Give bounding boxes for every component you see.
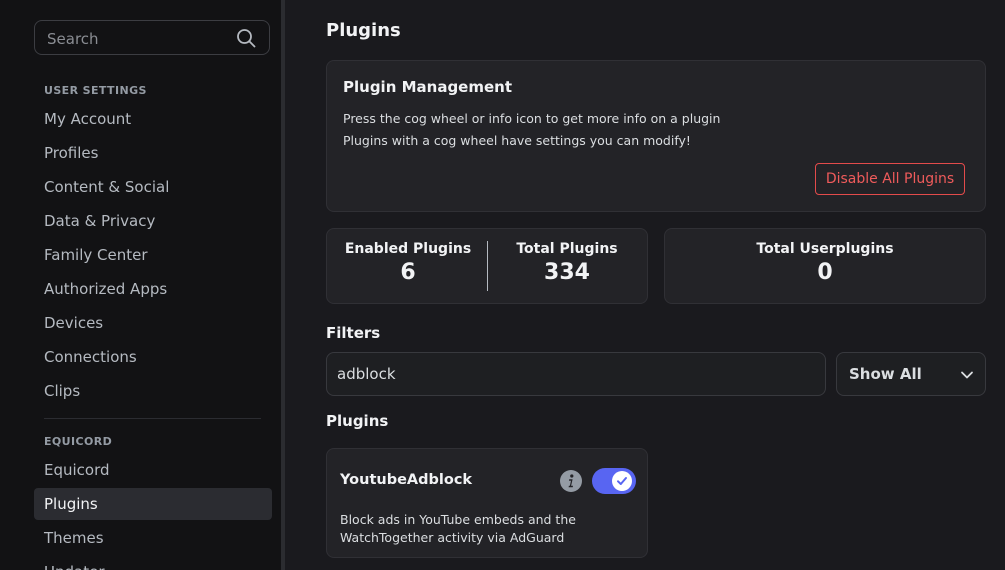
sidebar-item-my-account[interactable]: My Account (34, 103, 272, 135)
sidebar-item-updater[interactable]: Updater (34, 556, 272, 570)
plugin-management-hint-1: Press the cog wheel or info icon to get … (343, 111, 721, 126)
info-icon[interactable] (560, 470, 582, 492)
total-plugins-label: Total Plugins (516, 241, 618, 257)
sidebar-item-profiles[interactable]: Profiles (34, 137, 272, 169)
plugin-card: YoutubeAdblock Block ads in YouTube embe… (326, 448, 648, 558)
sidebar-item-data-privacy[interactable]: Data & Privacy (34, 205, 272, 237)
toggle-knob (612, 471, 632, 491)
sidebar-item-authorized-apps[interactable]: Authorized Apps (34, 273, 272, 305)
section-header-user-settings: USER SETTINGS (44, 84, 147, 97)
sidebar-item-content-social[interactable]: Content & Social (34, 171, 272, 203)
plugin-description: Block ads in YouTube embeds and the Watc… (340, 512, 576, 545)
enabled-plugins-stat: Enabled Plugins 6 (327, 241, 489, 285)
sidebar: USER SETTINGS My Account Profiles Conten… (0, 0, 281, 570)
page-title: Plugins (326, 20, 401, 41)
plugin-management-title: Plugin Management (343, 78, 513, 96)
plugin-management-hint-2: Plugins with a cog wheel have settings y… (343, 133, 691, 148)
total-userplugins-label: Total Userplugins (756, 241, 894, 257)
check-icon (617, 477, 627, 485)
section-header-equicord: EQUICORD (44, 435, 113, 448)
disable-all-plugins-button[interactable]: Disable All Plugins (815, 163, 965, 195)
sidebar-item-family-center[interactable]: Family Center (34, 239, 272, 271)
plugin-enabled-toggle[interactable] (592, 468, 636, 494)
plugin-name: YoutubeAdblock (340, 472, 473, 488)
plugin-management-card: Plugin Management Press the cog wheel or… (326, 60, 986, 212)
enabled-plugins-count: 6 (400, 260, 416, 285)
sidebar-item-connections[interactable]: Connections (34, 341, 272, 373)
filters-heading: Filters (326, 324, 381, 342)
plugin-stats-card: Enabled Plugins 6 Total Plugins 334 (326, 228, 648, 304)
userplugins-stats-card: Total Userplugins 0 (664, 228, 986, 304)
enabled-plugins-label: Enabled Plugins (344, 241, 472, 257)
search-input[interactable] (45, 21, 239, 56)
sidebar-item-plugins[interactable]: Plugins (34, 488, 272, 520)
total-userplugins-count: 0 (817, 260, 833, 285)
chevron-down-icon (961, 371, 973, 379)
total-userplugins-stat: Total Userplugins 0 (665, 241, 985, 285)
sidebar-divider (44, 418, 261, 419)
total-plugins-count: 334 (544, 260, 590, 285)
sidebar-item-themes[interactable]: Themes (34, 522, 272, 554)
sidebar-item-clips[interactable]: Clips (34, 375, 272, 407)
search-icon[interactable] (236, 28, 256, 48)
plugin-filter-select[interactable]: Show All (836, 352, 986, 396)
search-box[interactable] (34, 20, 270, 56)
sidebar-item-devices[interactable]: Devices (34, 307, 272, 339)
sidebar-item-equicord[interactable]: Equicord (34, 454, 272, 486)
total-plugins-stat: Total Plugins 334 (487, 241, 647, 285)
plugin-search-input[interactable] (326, 352, 826, 396)
plugins-heading: Plugins (326, 412, 389, 430)
plugin-filter-selected: Show All (849, 365, 922, 383)
main-content: Plugins Plugin Management Press the cog … (285, 0, 1005, 570)
